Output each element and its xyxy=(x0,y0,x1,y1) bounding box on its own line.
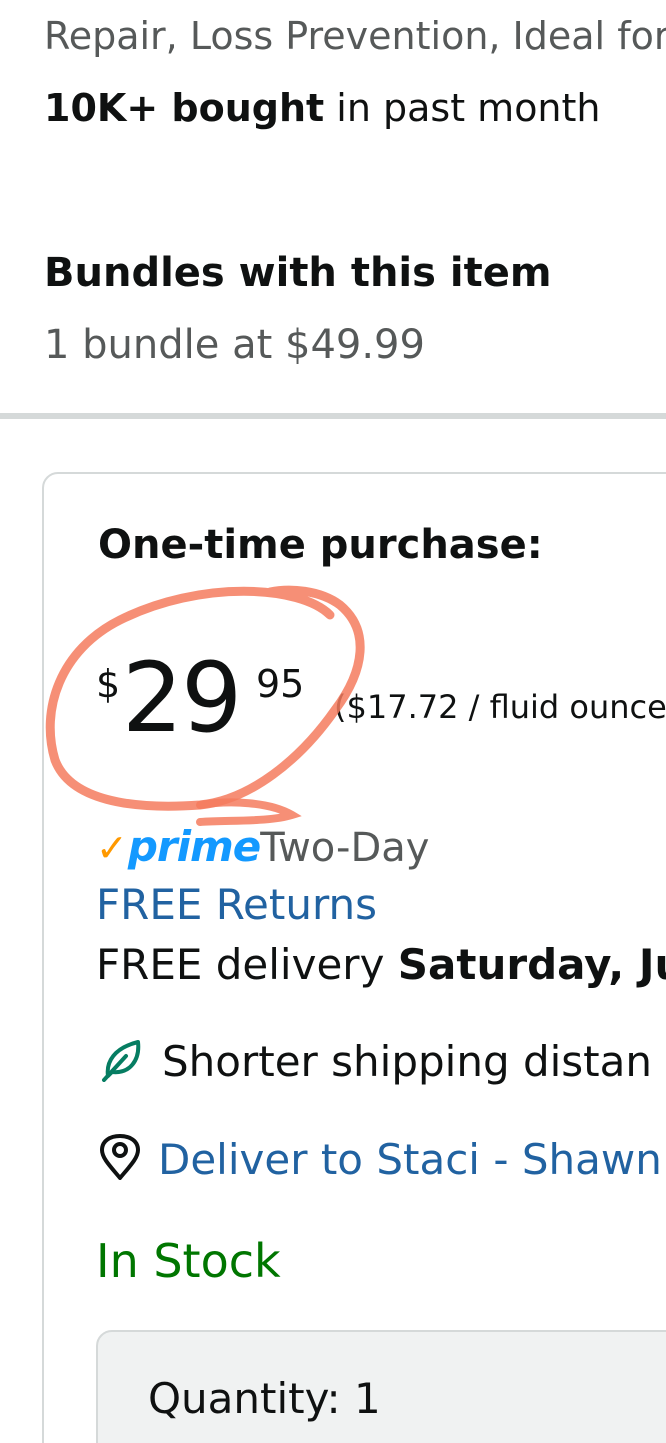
product-page: Repair, Loss Prevention, Ideal for 10K+ … xyxy=(0,0,666,1443)
quantity-text[interactable]: Quantity: 1 xyxy=(148,1374,381,1423)
deliver-to-text: Deliver to Staci - Shawn xyxy=(158,1135,662,1184)
bundles-title: Bundles with this item xyxy=(44,250,552,296)
delivery-info: FREE delivery Saturday, Ju xyxy=(96,940,666,989)
delivery-prefix: FREE delivery xyxy=(96,940,398,989)
deliver-to-link[interactable]: Deliver to Staci - Shawn xyxy=(98,1134,662,1184)
stock-status: In Stock xyxy=(96,1234,281,1288)
free-returns-link[interactable]: FREE Returns xyxy=(96,880,377,929)
prime-speed: Two-Day xyxy=(260,825,430,871)
product-description-tail: Repair, Loss Prevention, Ideal for xyxy=(44,14,666,58)
price-whole: 29 xyxy=(122,642,242,754)
section-divider xyxy=(0,413,666,419)
prime-logo-text: prime xyxy=(127,822,261,871)
quantity-label: Quantity: xyxy=(148,1374,341,1423)
price-fraction: 95 xyxy=(256,662,305,706)
prime-badge-row: ✓primeTwo-Day xyxy=(96,822,429,871)
delivery-date: Saturday, Ju xyxy=(397,940,666,989)
leaf-icon xyxy=(102,1040,141,1082)
quantity-value: 1 xyxy=(353,1374,381,1423)
prime-check-icon: ✓ xyxy=(96,826,128,870)
prime-logo: ✓prime xyxy=(96,822,261,871)
price-symbol: $ xyxy=(96,662,121,706)
shorter-shipping-row[interactable]: Shorter shipping distan xyxy=(100,1036,652,1086)
bought-count: 10K+ bought in past month xyxy=(44,86,601,130)
bundles-link[interactable]: 1 bundle at $49.99 xyxy=(44,322,425,368)
unit-price: ($17.72 / fluid ounce) xyxy=(334,688,666,726)
shorter-shipping-text: Shorter shipping distan xyxy=(162,1037,652,1086)
bought-count-bold: 10K+ bought xyxy=(44,86,325,130)
one-time-purchase-label: One-time purchase: xyxy=(98,522,543,568)
bought-count-rest: in past month xyxy=(324,86,601,130)
location-pin-icon xyxy=(100,1134,140,1180)
